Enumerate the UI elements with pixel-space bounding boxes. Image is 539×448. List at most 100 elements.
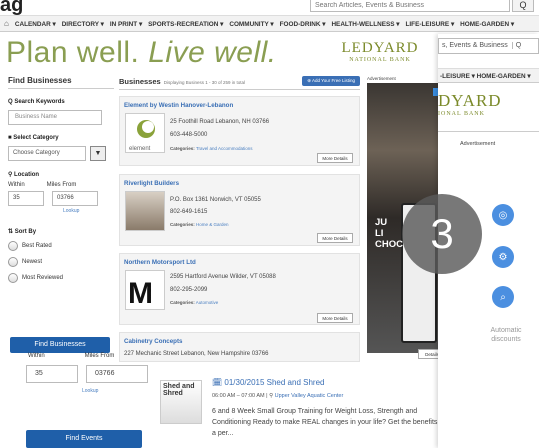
- listing-name[interactable]: Element by Westin Hanover-Lebanon: [124, 102, 359, 109]
- thumb-label: element: [129, 146, 151, 152]
- category-link[interactable]: Automotive: [196, 300, 219, 305]
- ad-text: JU LI CHOC: [375, 217, 403, 250]
- overlay-ledyard-sub: IONAL BANK: [438, 111, 485, 117]
- overlay-search-icon[interactable]: Q: [511, 42, 522, 49]
- event-meta: 06:00 AM – 07:00 AM | ⚲ Upper Valley Aqu…: [212, 393, 343, 399]
- within-label: Within: [8, 182, 25, 188]
- lower-lookup-link[interactable]: Lookup: [82, 388, 98, 394]
- ledyard-sub: NATIONAL BANK: [349, 57, 411, 63]
- overlay-advertisement-label: Advertisement: [460, 141, 496, 147]
- overlay-divider: [438, 131, 539, 132]
- slogan-part-b: Live well.: [148, 36, 277, 69]
- radio-icon[interactable]: [8, 241, 18, 251]
- lower-within-input[interactable]: 35: [26, 365, 78, 383]
- more-details-button[interactable]: More Details: [317, 233, 353, 243]
- target-icon[interactable]: ◎: [492, 204, 514, 226]
- overlay-ledyard-name: DYARD: [438, 91, 502, 110]
- radio-icon[interactable]: [8, 273, 18, 283]
- overlay-ledyard-logo: DYARD IONAL BANK: [438, 91, 539, 117]
- nav-food-drink[interactable]: FOOD-DRINK ▾: [280, 20, 326, 28]
- home-icon[interactable]: ⌂: [4, 19, 9, 28]
- top-search-input[interactable]: [310, 0, 510, 12]
- nav-directory[interactable]: DIRECTORY ▾: [62, 20, 104, 28]
- sidebar-title: Find Businesses: [8, 76, 114, 89]
- listing-address: 25 Foothill Road Lebanon, NH 03766: [170, 119, 270, 125]
- listing-name[interactable]: Northern Motorsport Ltd: [124, 259, 359, 266]
- lower-within-label: Within: [28, 353, 45, 359]
- within-input[interactable]: 35: [8, 191, 44, 206]
- nav-home-garden[interactable]: HOME-GARDEN ▾: [460, 20, 514, 28]
- listing-phone: 802-295-2099: [170, 287, 208, 293]
- listing-thumbnail[interactable]: M: [125, 270, 165, 310]
- thumb-label: M: [128, 277, 153, 310]
- sort-newest[interactable]: Newest: [8, 257, 114, 267]
- listing-thumbnail[interactable]: element: [125, 113, 165, 153]
- listing-categories: Categories: Travel and Accommodations: [170, 146, 253, 151]
- lower-zip-input[interactable]: 03766: [86, 365, 148, 383]
- listing-address: 2595 Hartford Avenue Wilder, VT 05088: [170, 274, 276, 280]
- nav-sports[interactable]: SPORTS-RECREATION ▾: [148, 20, 223, 28]
- advertisement-label: Advertisement: [367, 76, 396, 81]
- sort-best-rated[interactable]: Best Rated: [8, 241, 114, 251]
- category-select[interactable]: Choose Category ▼: [8, 146, 114, 161]
- categories-label: Categories:: [170, 146, 195, 151]
- overlay-nav[interactable]: -LEISURE ▾ HOME-GARDEN ▾: [438, 68, 539, 83]
- categories-label: Categories:: [170, 222, 195, 227]
- nav-in-print[interactable]: IN PRINT ▾: [110, 20, 142, 28]
- listing-address: 227 Mechanic Street Lebanon, New Hampshi…: [124, 351, 269, 357]
- listing-thumbnail[interactable]: [125, 191, 165, 231]
- nav-health[interactable]: HEALTH-WELLNESS ▾: [331, 20, 399, 28]
- listing-card: Riverlight Builders P.O. Box 1361 Norwic…: [119, 174, 360, 246]
- search-icon[interactable]: ⌕: [492, 286, 514, 308]
- listing-name[interactable]: Riverlight Builders: [124, 180, 359, 187]
- nav-life-leisure[interactable]: LIFE-LEISURE ▾: [406, 20, 455, 28]
- category-select-value[interactable]: Choose Category: [8, 146, 86, 161]
- sort-most-reviewed[interactable]: Most Reviewed: [8, 273, 114, 283]
- element-logo-icon: element: [129, 120, 155, 152]
- automatic-discounts-text: Automatic discounts: [490, 327, 522, 343]
- listing-address: P.O. Box 1361 Norwich, VT 05055: [170, 197, 261, 203]
- more-details-button[interactable]: More Details: [317, 153, 353, 163]
- search-keywords-label: Q Search Keywords: [8, 99, 65, 105]
- overlay-search-text: s, Events & Business: [442, 42, 508, 49]
- nav-community[interactable]: COMMUNITY ▾: [229, 20, 273, 28]
- category-label: ■ Select Category: [8, 135, 59, 141]
- sort-by-label: ⇅ Sort By: [8, 229, 37, 235]
- listing-categories: Categories: Automotive: [170, 300, 218, 305]
- motorsport-logo-icon: M: [128, 277, 153, 310]
- add-listing-button[interactable]: ⊕ Add Your Free Listing: [302, 76, 360, 86]
- event-title[interactable]: 🗓 01/30/2015 Shed and Shred: [212, 378, 324, 387]
- sort-option-label: Most Reviewed: [22, 275, 64, 281]
- listings-count: Displaying Business 1 - 30 of 259 in tot…: [163, 79, 245, 85]
- location-label: ⚲ Location: [8, 172, 40, 178]
- lookup-link[interactable]: Lookup: [63, 208, 114, 214]
- miles-from-label: Miles From: [46, 182, 77, 188]
- find-businesses-button[interactable]: Find Businesses: [10, 337, 110, 353]
- banner-slogan: Plan well. Live well.: [6, 36, 277, 70]
- zip-input[interactable]: 03766: [52, 191, 98, 206]
- listings-title: Businesses: [119, 76, 161, 86]
- settings-icon[interactable]: ⚙: [492, 246, 514, 268]
- chevron-down-icon[interactable]: ▼: [90, 146, 106, 161]
- event-description: 6 and 8 Week Small Group Training for We…: [212, 408, 446, 437]
- business-name-input[interactable]: Business Name: [8, 110, 102, 125]
- top-search-button[interactable]: Q: [512, 0, 534, 12]
- event-location-link[interactable]: Upper Valley Aquatic Center: [275, 393, 344, 399]
- event-time: 06:00 AM – 07:00 AM | ⚲: [212, 393, 274, 399]
- find-events-button[interactable]: Find Events: [26, 430, 142, 448]
- overlay-search-input[interactable]: s, Events & Business Q: [438, 38, 539, 54]
- business-listings: Businesses Displaying Business 1 - 30 of …: [119, 76, 360, 362]
- listing-phone: 603-448-5000: [170, 132, 208, 138]
- filter-sidebar: Find Businesses Q Search Keywords Busine…: [8, 76, 114, 283]
- listing-name[interactable]: Cabinetry Concepts: [124, 338, 359, 345]
- more-details-button[interactable]: More Details: [317, 313, 353, 323]
- category-link[interactable]: Travel and Accommodations: [196, 146, 253, 151]
- listings-header: Businesses Displaying Business 1 - 30 of …: [119, 76, 360, 90]
- event-thumbnail[interactable]: Shed and Shred: [160, 380, 202, 424]
- radio-icon[interactable]: [8, 257, 18, 267]
- sort-option-label: Newest: [22, 259, 43, 265]
- listing-card: Element by Westin Hanover-Lebanon elemen…: [119, 96, 360, 166]
- nav-calendar[interactable]: CALENDAR ▾: [15, 20, 56, 28]
- ledyard-logo: LEDYARD NATIONAL BANK: [330, 40, 430, 63]
- category-link[interactable]: Home & Garden: [196, 222, 229, 227]
